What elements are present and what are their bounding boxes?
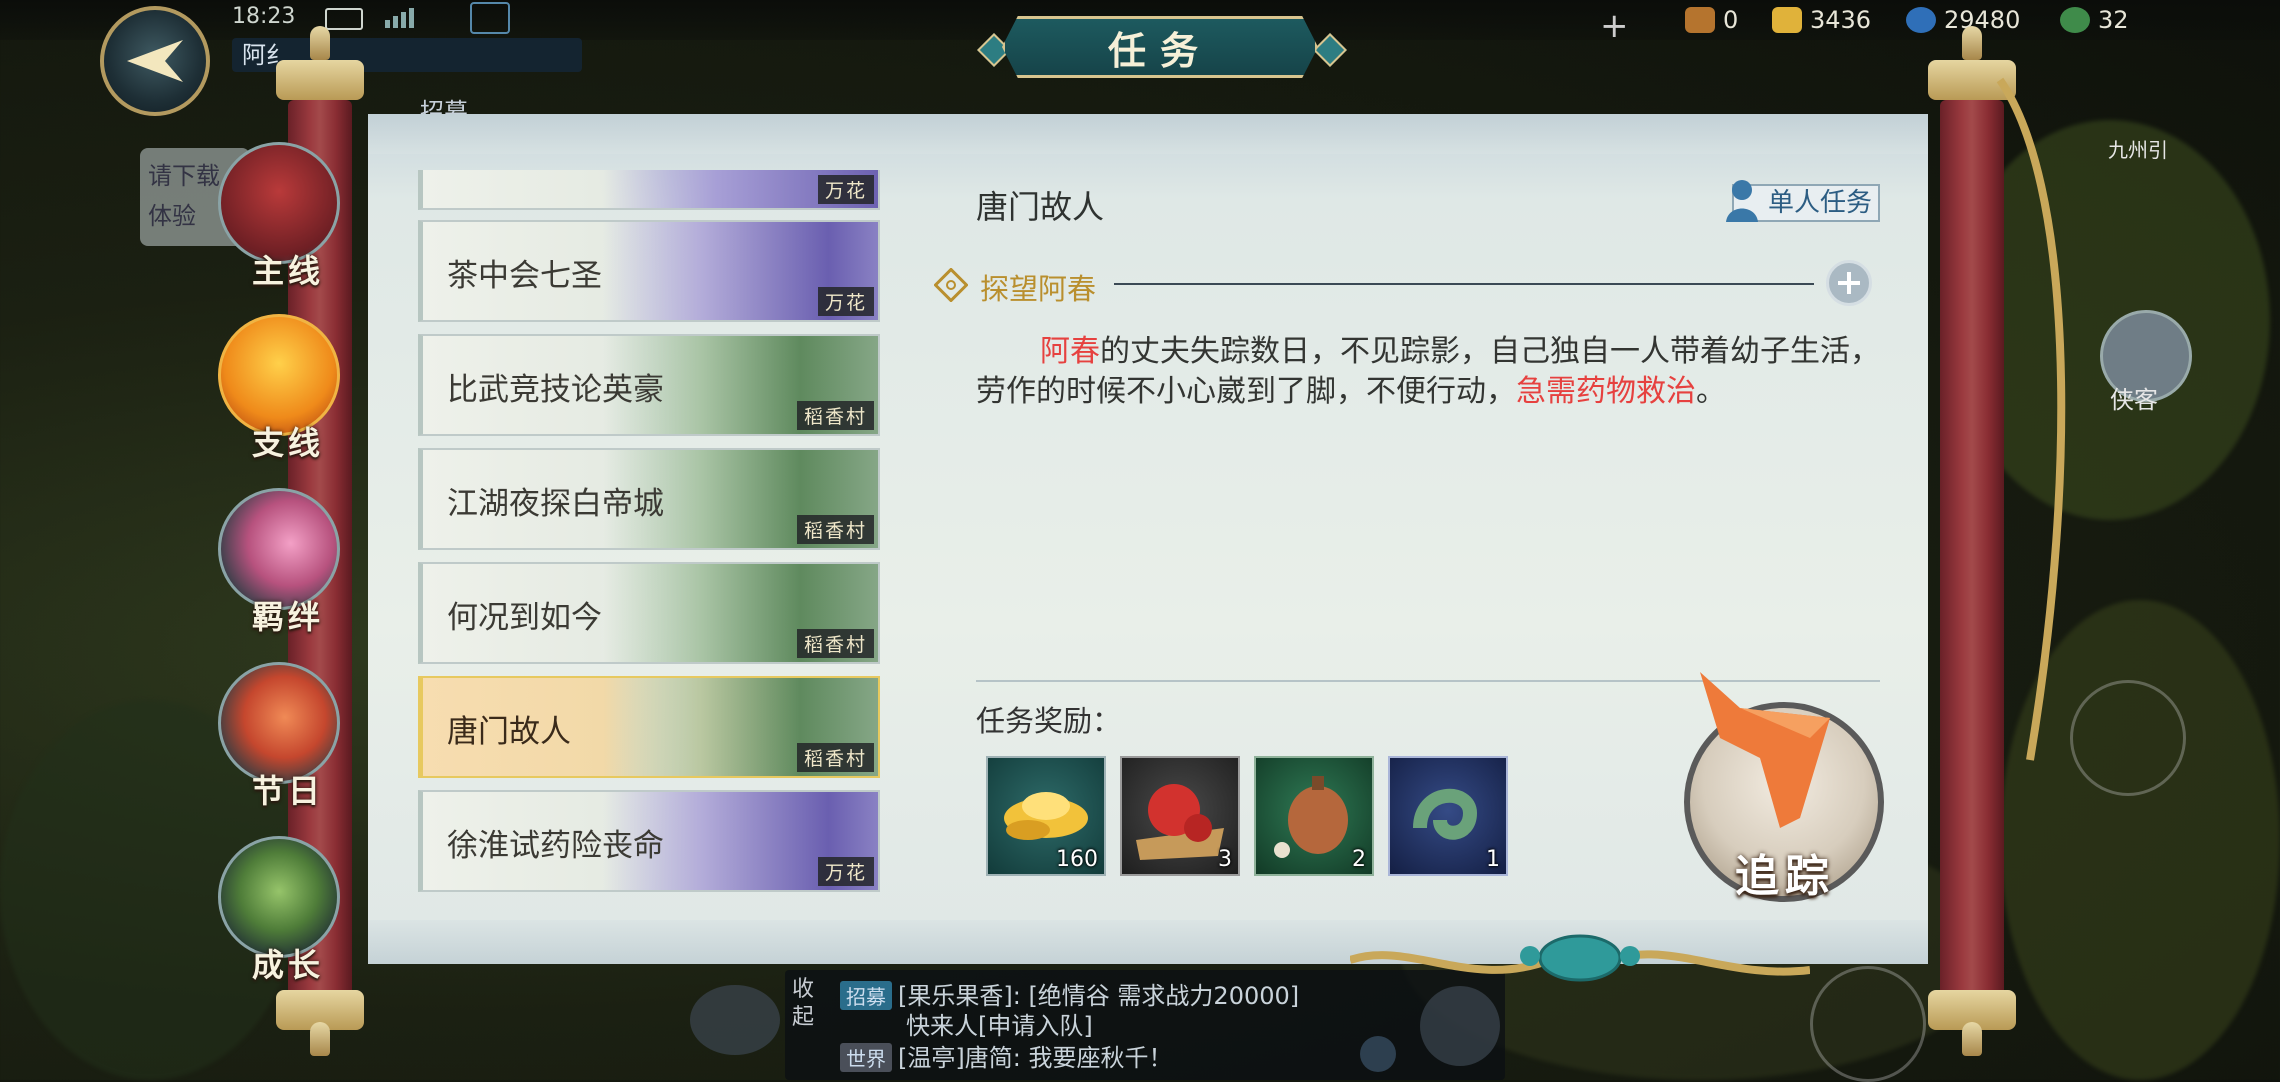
chat-line-2: 快来人[申请入队] [906,1012,1093,1040]
gold-ingot-icon [1772,7,1802,33]
objective-diamond-icon [934,268,968,302]
quest-location: 万花 [817,287,874,316]
resource-jade: 32 [2060,6,2129,34]
clock: 18:23 [232,4,296,29]
horse-icon [1700,672,1830,828]
tassel-ornament [1350,934,1810,982]
chat-bubble-icon[interactable] [690,985,780,1055]
quest-location: 稻香村 [796,743,874,772]
quest-item[interactable]: 徐淮试药险丧命 万花 [418,790,880,892]
reward-label: 任务奖励： [976,704,1122,738]
coin-icon [1906,7,1936,33]
panel-title: 任务 [1002,16,1318,78]
settings-gear-icon[interactable] [1360,1036,1396,1072]
quest-location: 万花 [817,175,874,204]
quest-location: 稻香村 [796,515,874,544]
battery-icon [325,8,363,30]
signal-icon [385,6,419,28]
quest-location: 稻香村 [796,401,874,430]
objective-divider [1114,283,1814,285]
quest-item-selected[interactable]: 唐门故人 稻香村 [418,676,880,778]
category-festival[interactable]: 节日 [218,662,348,810]
back-arrow-icon [127,40,183,82]
quest-detail-title: 唐门故人 [976,188,1105,226]
category-bond[interactable]: 羁绊 [218,488,348,636]
category-growth[interactable]: 成长 [218,836,348,984]
quest-item[interactable]: 万花 [418,170,880,210]
expand-plus-button[interactable] [1826,260,1872,306]
chest-icon [1685,7,1715,33]
back-button[interactable] [100,6,210,116]
screenshot-icon[interactable] [470,2,510,34]
npc-name-highlight: 阿春 [1040,334,1100,369]
category-main[interactable]: 主线 [218,142,348,290]
clover-icon [2060,7,2090,33]
reward-lantern[interactable]: 2 [1254,756,1374,876]
panel-top-band [368,114,1928,154]
quest-item[interactable]: 茶中会七圣 万花 [418,220,880,322]
reward-jade[interactable]: 1 [1388,756,1508,876]
category-side[interactable]: 支线 [218,314,348,462]
objective-label: 探望阿春 [980,272,1097,306]
add-resource-button[interactable]: + [1600,6,1629,46]
quest-location: 稻香村 [796,629,874,658]
resource-misc: 0 [1685,6,1738,34]
gold-cord [1996,77,2066,761]
reward-gold-ingot[interactable]: 160 [986,756,1106,876]
track-button[interactable]: 追踪 [1680,668,1890,908]
chat-line-3: 世界 [温亭]唐简: 我要座秋千！ [840,1038,1172,1073]
hero-label: 侠客 [2110,386,2158,414]
person-icon [1726,180,1758,222]
reward-red-fruit[interactable]: 3 [1120,756,1240,876]
attack-skill-icon[interactable] [1810,966,1926,1082]
quest-item[interactable]: 江湖夜探白帝城 稻香村 [418,448,880,550]
quest-location: 万花 [817,857,874,886]
quest-item[interactable]: 比武竞技论英豪 稻香村 [418,334,880,436]
chat-fold-button[interactable]: 收起 [792,976,822,1032]
guide-label: 九州引 [2108,138,2168,162]
quest-list: 万花 茶中会七圣 万花 比武竞技论英豪 稻香村 江湖夜探白帝城 稻香村 何况到如… [418,170,882,900]
resource-gold: 3436 [1772,6,1871,34]
quest-item[interactable]: 何况到如今 稻香村 [418,562,880,664]
urgent-highlight: 急需药物救治 [1516,374,1696,409]
quest-description: 阿春的丈夫失踪数日，不见踪影，自己独自一人带着幼子生活，劳作的时候不小心崴到了脚… [976,334,1880,409]
